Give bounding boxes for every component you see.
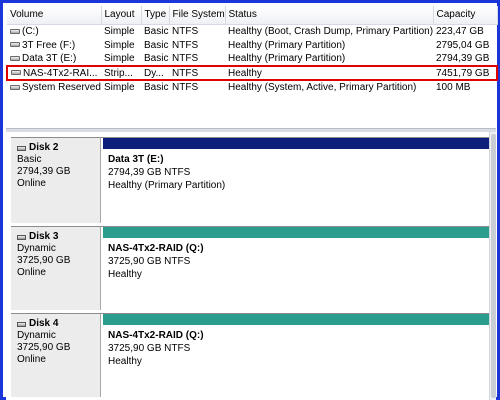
disk-map: Disk 2 Basic 2794,39 GB Online Data 3T (… — [6, 132, 496, 400]
disk-size: 2794,39 GB — [17, 166, 71, 177]
volume-type: Dy... — [141, 65, 169, 81]
volume-file-system: NTFS — [172, 53, 199, 64]
disk-state: Online — [17, 178, 46, 189]
disk-name: Disk 2 — [29, 142, 59, 153]
volume-layout: Simple — [104, 25, 135, 37]
volume-capacity: 7451,79 GB — [433, 65, 498, 81]
volume-status: Healthy (Primary Partition) — [228, 39, 346, 51]
column-header-file-system[interactable]: File System — [169, 6, 226, 25]
partition-size: 3725,90 GB NTFS — [108, 343, 191, 354]
volume-file-system: NTFS — [172, 25, 199, 37]
partition-size: 3725,90 GB NTFS — [108, 256, 191, 267]
volume-drive-icon — [10, 55, 20, 61]
volume-drive-icon — [11, 70, 21, 76]
volume-capacity: 2794,39 GB — [436, 53, 490, 64]
volume-capacity: 223,47 GB — [436, 25, 484, 37]
volume-name: (C:) — [22, 25, 39, 37]
disk-info[interactable]: Disk 3 Dynamic 3725,90 GB Online — [11, 227, 101, 310]
volume-table: Volume Layout Type File System Status Ca… — [6, 6, 498, 94]
volume-name: System Reserved — [22, 82, 101, 93]
volume-row[interactable]: Data 3T (E:) Simple Basic NTFS Healthy (… — [7, 52, 497, 66]
volume-type: Basic — [144, 25, 169, 37]
partition-name: NAS-4Tx2-RAID (Q:) — [108, 330, 204, 341]
disk-type: Basic — [17, 154, 42, 165]
partition-name: NAS-4Tx2-RAID (Q:) — [108, 243, 204, 254]
column-header-status[interactable]: Status — [225, 6, 434, 25]
disk-drive-icon — [17, 321, 26, 327]
volume-type: Basic — [144, 53, 169, 64]
partition-block[interactable]: NAS-4Tx2-RAID (Q:) 3725,90 GB NTFS Healt… — [103, 227, 496, 310]
disk-row-4: Disk 4 Dynamic 3725,90 GB Online NAS-4Tx… — [11, 313, 496, 397]
partition-block[interactable]: Data 3T (E:) 2794,39 GB NTFS Healthy (Pr… — [103, 138, 496, 223]
volume-row-selected[interactable]: NAS-4Tx2-RAI... Strip... Dy... NTFS Heal… — [6, 65, 498, 81]
volume-file-system: NTFS — [172, 82, 199, 93]
volume-table-header: Volume Layout Type File System Status Ca… — [7, 6, 498, 25]
partition-color-bar — [103, 314, 495, 325]
partition-name: Data 3T (E:) — [108, 154, 164, 165]
disk-drive-icon — [17, 145, 26, 151]
volume-type: Basic — [144, 82, 169, 93]
scrollbar-thumb[interactable] — [491, 134, 496, 398]
volume-list: Volume Layout Type File System Status Ca… — [6, 6, 498, 126]
volume-row[interactable]: (C:) Simple Basic NTFS Healthy (Boot, Cr… — [7, 24, 497, 38]
partition-color-bar — [103, 227, 495, 238]
disk-type: Dynamic — [17, 243, 56, 254]
partition-block[interactable]: NAS-4Tx2-RAID (Q:) 3725,90 GB NTFS Healt… — [103, 314, 496, 397]
column-header-type[interactable]: Type — [141, 6, 170, 25]
volume-status: Healthy (Primary Partition) — [228, 53, 346, 64]
partition-status: Healthy — [108, 269, 142, 280]
volume-row[interactable]: 3T Free (F:) Simple Basic NTFS Healthy (… — [7, 38, 497, 52]
volume-status: Healthy — [225, 65, 433, 81]
disk-type: Dynamic — [17, 330, 56, 341]
disk-row-3: Disk 3 Dynamic 3725,90 GB Online NAS-4Tx… — [11, 226, 496, 310]
volume-layout: Simple — [104, 82, 135, 93]
disk-management-window: Volume Layout Type File System Status Ca… — [0, 0, 500, 400]
disk-state: Online — [17, 354, 46, 365]
volume-layout: Strip... — [101, 65, 141, 81]
disk-size: 3725,90 GB — [17, 255, 71, 266]
partition-status: Healthy — [108, 356, 142, 367]
volume-name: NAS-4Tx2-RAI... — [23, 67, 98, 79]
volume-layout: Simple — [104, 39, 135, 51]
volume-name: 3T Free (F:) — [22, 39, 76, 51]
volume-name: Data 3T (E:) — [22, 53, 77, 64]
volume-status: Healthy (System, Active, Primary Partiti… — [228, 82, 417, 93]
column-header-layout[interactable]: Layout — [101, 6, 142, 25]
column-header-capacity[interactable]: Capacity — [433, 6, 498, 25]
vertical-scrollbar[interactable] — [489, 132, 496, 400]
volume-file-system: NTFS — [169, 65, 225, 81]
partition-color-bar — [103, 138, 495, 149]
disk-info[interactable]: Disk 2 Basic 2794,39 GB Online — [11, 138, 101, 223]
volume-drive-icon — [10, 84, 20, 90]
column-header-volume[interactable]: Volume — [7, 6, 102, 25]
disk-size: 3725,90 GB — [17, 342, 71, 353]
partition-size: 2794,39 GB NTFS — [108, 167, 191, 178]
volume-drive-icon — [10, 42, 20, 48]
disk-state: Online — [17, 267, 46, 278]
disk-name: Disk 4 — [29, 318, 59, 329]
disk-row-2: Disk 2 Basic 2794,39 GB Online Data 3T (… — [11, 137, 496, 223]
partition-status: Healthy (Primary Partition) — [108, 180, 226, 191]
volume-layout: Simple — [104, 53, 135, 64]
volume-drive-icon — [10, 28, 20, 34]
volume-status: Healthy (Boot, Crash Dump, Primary Parti… — [228, 25, 433, 37]
volume-file-system: NTFS — [172, 39, 199, 51]
disk-info[interactable]: Disk 4 Dynamic 3725,90 GB Online — [11, 314, 101, 397]
volume-capacity: 100 MB — [436, 82, 471, 93]
disk-drive-icon — [17, 234, 26, 240]
volume-type: Basic — [144, 39, 169, 51]
volume-capacity: 2795,04 GB — [436, 39, 490, 51]
disk-name: Disk 3 — [29, 231, 59, 242]
volume-row[interactable]: System Reserved Simple Basic NTFS Health… — [7, 80, 497, 94]
